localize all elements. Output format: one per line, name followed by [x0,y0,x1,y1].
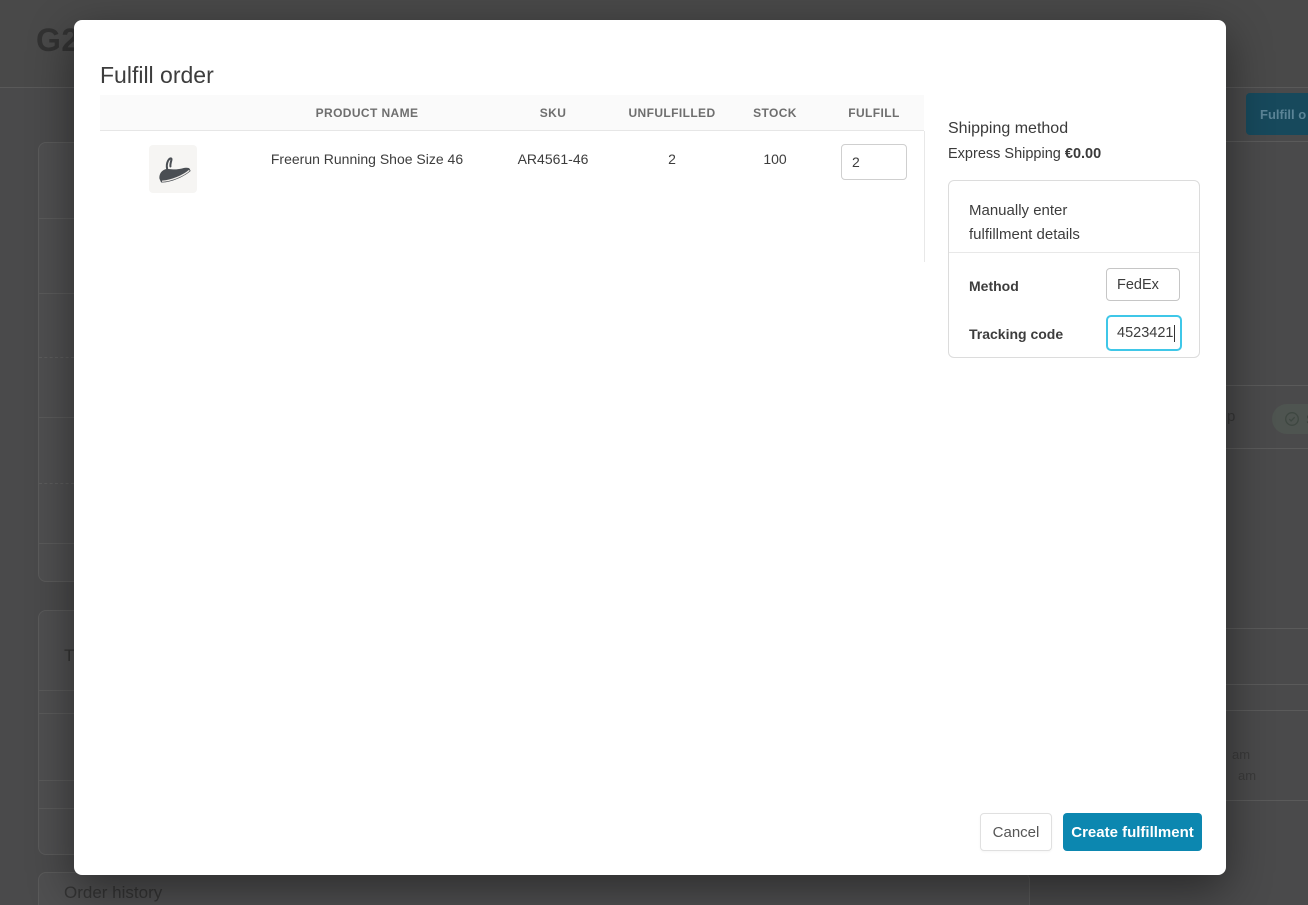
divider [39,483,74,484]
shipping-method-heading: Shipping method [948,120,1069,137]
column-header-fulfill: FULFILL [848,105,900,120]
check-circle-icon [1285,412,1299,426]
method-label: Method [969,278,1019,294]
order-history-heading: Order history [64,883,163,902]
stock-quantity: 100 [763,151,787,167]
shipping-method-price: €0.00 [1064,146,1102,162]
divider [39,690,74,691]
column-header-unfulfilled: UNFULFILLED [628,105,716,120]
dialog-title: Fulfill order [100,62,214,88]
divider [39,357,74,358]
divider [39,218,74,219]
text-caret [1174,324,1176,342]
shipping-method-input[interactable] [1106,268,1180,301]
unfulfilled-quantity: 2 [668,151,676,167]
status-badge: Se [1272,404,1308,434]
table-right-divider [924,131,925,262]
timestamp-fragment: am [1238,768,1257,783]
fulfill-order-dialog: Fulfill order PRODUCT NAME SKU UNFULFILL… [74,20,1226,875]
manual-fulfillment-title: Manually enter fulfillment details [969,202,1080,243]
table-header-row: PRODUCT NAME SKU UNFULFILLED STOCK FULFI… [100,95,924,131]
product-sku: AR4561-46 [517,151,589,167]
payment-card-heading-fragment: T [64,646,75,665]
tracking-code-input[interactable]: 4523421 [1106,315,1182,351]
tracking-code-label: Tracking code [969,326,1064,342]
shipping-panel: Shipping method Express Shipping €0.00 M… [948,120,1200,358]
divider [39,713,74,714]
create-fulfillment-button[interactable]: Create fulfillment [1063,813,1202,851]
table-row: Freerun Running Shoe Size 46 AR4561-46 2… [100,131,924,246]
column-header-product-name: PRODUCT NAME [315,105,419,120]
divider [39,417,74,418]
shipping-row-text-fragment: p [1227,408,1236,425]
product-thumbnail [149,145,197,193]
tracking-code-value: 4523421 [1117,325,1174,341]
fulfill-quantity-cell [824,131,924,180]
selected-shipping-method: Express Shipping €0.00 [948,146,1200,162]
order-history-card [38,872,1030,905]
divider [39,293,74,294]
timestamp-fragment: am [1232,747,1251,762]
divider [39,808,74,809]
product-thumbnail-cell [100,131,246,193]
fulfill-quantity-input[interactable] [841,144,907,180]
cancel-button[interactable]: Cancel [980,813,1052,851]
divider [39,543,74,544]
product-name: Freerun Running Shoe Size 46 [270,151,464,167]
manual-fulfillment-card: Manually enter fulfillment details Metho… [948,180,1200,358]
column-header-stock: STOCK [753,105,797,120]
fulfill-items-table: PRODUCT NAME SKU UNFULFILLED STOCK FULFI… [100,95,924,246]
shipping-method-name: Express Shipping [948,146,1061,162]
fulfill-order-button-background: Fulfill o [1246,93,1308,135]
column-header-sku: SKU [539,105,567,120]
divider [949,252,1199,253]
sneaker-icon [159,157,191,183]
divider [39,780,74,781]
